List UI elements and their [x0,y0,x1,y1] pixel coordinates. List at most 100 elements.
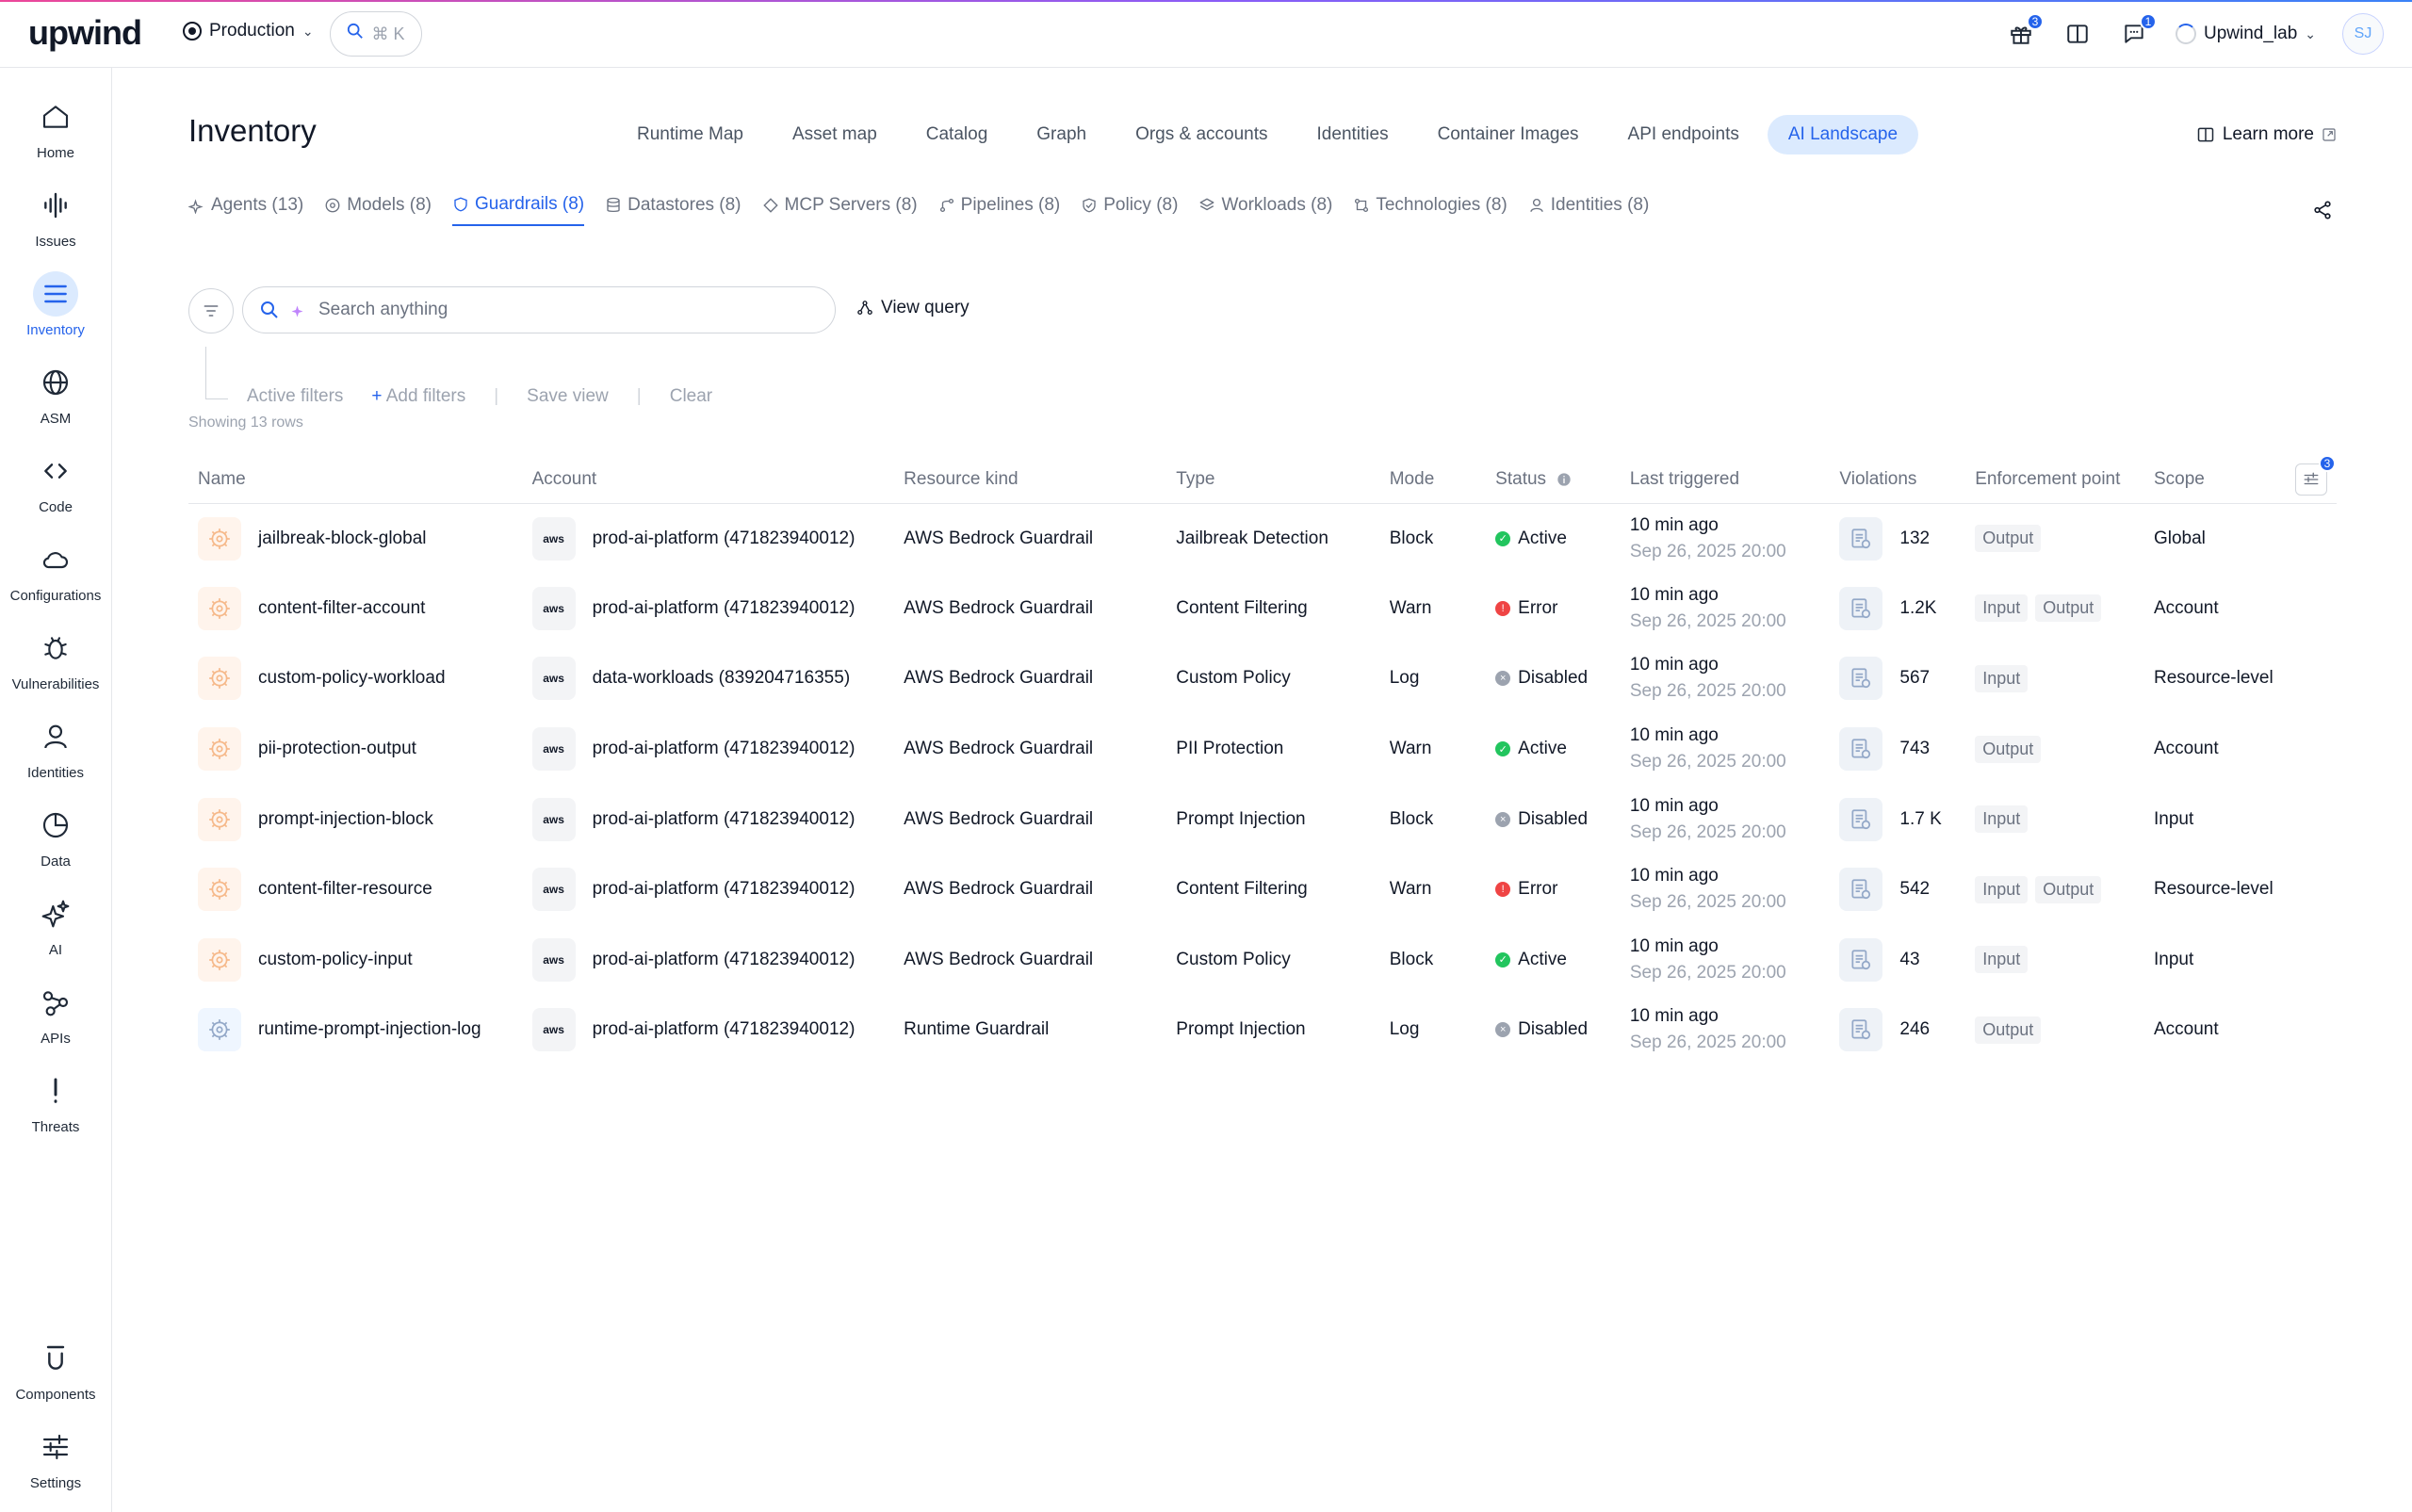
violations-report-icon[interactable] [1839,797,1883,841]
tab-orgs-accounts[interactable]: Orgs & accounts [1115,115,1288,154]
sidebar-item-issues[interactable]: Issues [0,183,111,266]
command-search-button[interactable]: ⌘ K [330,11,422,57]
sidebar-item-settings[interactable]: Settings [0,1424,111,1507]
column-header-last-triggered[interactable]: Last triggered [1620,456,1831,504]
share-button[interactable] [2312,200,2333,226]
row-count: Showing 13 rows [188,415,303,431]
row-actions-cell [2286,714,2337,785]
sidebar-item-vulnerabilities[interactable]: Vulnerabilities [0,626,111,708]
sidebar-item-data[interactable]: Data [0,803,111,886]
save-view-button[interactable]: Save view [527,386,609,407]
column-header-enforcement-point[interactable]: Enforcement point [1965,456,2144,504]
violations-report-icon[interactable] [1839,1008,1883,1052]
guardrail-name[interactable]: runtime-prompt-injection-log [258,1019,481,1040]
chat-button[interactable]: 1 [2119,13,2157,49]
account-name[interactable]: prod-ai-platform (471823940012) [593,1019,856,1040]
guardrail-name[interactable]: custom-policy-workload [258,668,446,689]
sidebar-item-ai[interactable]: AI [0,891,111,974]
subtab-mcp-servers[interactable]: MCP Servers (8) [762,194,918,226]
tab-asset-map[interactable]: Asset map [772,115,898,154]
pie-icon [33,803,78,848]
resource-kind: AWS Bedrock Guardrail [904,949,1094,969]
violations-report-icon[interactable] [1839,586,1883,630]
book-button[interactable] [2062,19,2093,49]
table-row[interactable]: custom-policy-input aws prod-ai-platform… [188,925,2337,996]
sidebar-item-asm[interactable]: ASM [0,360,111,443]
tab-runtime-map[interactable]: Runtime Map [616,115,764,154]
table-row[interactable]: pii-protection-output aws prod-ai-platfo… [188,714,2337,785]
subtab-datastores[interactable]: Datastores (8) [605,194,742,226]
subtab-agents[interactable]: Agents (13) [188,194,303,226]
sidebar-item-code[interactable]: Code [0,448,111,531]
sidebar-item-inventory[interactable]: Inventory [0,271,111,354]
sidebar-item-threats[interactable]: Threats [0,1068,111,1151]
clear-button[interactable]: Clear [670,386,712,407]
table-row[interactable]: content-filter-resource aws prod-ai-plat… [188,854,2337,925]
sidebar-item-identities[interactable]: Identities [0,714,111,797]
account-name[interactable]: prod-ai-platform (471823940012) [593,950,856,970]
column-header-name[interactable]: Name [188,456,523,504]
guardrail-name[interactable]: content-filter-account [258,598,425,619]
table-row[interactable]: prompt-injection-block aws prod-ai-platf… [188,784,2337,854]
user-avatar[interactable]: SJ [2342,13,2384,55]
filter-toggle-button[interactable] [188,288,234,333]
violations-report-icon[interactable] [1839,868,1883,912]
tab-container-images[interactable]: Container Images [1417,115,1600,154]
subtab-identities[interactable]: Identities (8) [1528,194,1649,226]
tab-identities[interactable]: Identities [1296,115,1410,154]
search-input[interactable] [318,300,771,320]
guardrail-name[interactable]: content-filter-resource [258,879,432,900]
subtab-workloads[interactable]: Workloads (8) [1198,194,1332,226]
tab-ai-landscape[interactable]: AI Landscape [1767,115,1919,154]
violations-report-icon[interactable] [1839,657,1883,701]
guardrail-name[interactable]: pii-protection-output [258,739,416,759]
column-header-account[interactable]: Account [522,456,895,504]
table-row[interactable]: jailbreak-block-global aws prod-ai-platf… [188,503,2337,574]
sidebar-item-home[interactable]: Home [0,94,111,177]
column-header-violations[interactable]: Violations [1830,456,1966,504]
column-settings-button[interactable]: 3 [2295,454,2336,496]
sidebar-item-configurations[interactable]: Configurations [0,537,111,620]
column-header-type[interactable]: Type [1166,456,1380,504]
column-header-resource-kind[interactable]: Resource kind [894,456,1167,504]
guardrail-name[interactable]: jailbreak-block-global [258,528,426,549]
violations-report-icon[interactable] [1839,516,1883,561]
tab-catalog[interactable]: Catalog [905,115,1009,154]
subtab-guardrails[interactable]: Guardrails (8) [451,194,585,226]
column-header-scope[interactable]: Scope [2143,456,2286,504]
violations-report-icon[interactable] [1839,937,1883,982]
account-name[interactable]: prod-ai-platform (471823940012) [593,598,856,619]
sidebar-item-components[interactable]: Components [0,1336,111,1419]
info-icon[interactable] [1556,472,1572,487]
tab-graph[interactable]: Graph [1016,115,1107,154]
subtab-pipelines[interactable]: Pipelines (8) [938,194,1060,226]
column-header-mode[interactable]: Mode [1379,456,1487,504]
environment-select[interactable]: Production ⌄ [183,21,314,41]
tab-api-endpoints[interactable]: API endpoints [1607,115,1760,154]
filter-row: Active filters + Add filters | Save view… [205,341,712,407]
add-filters-button[interactable]: + Add filters [371,386,465,407]
account-name[interactable]: prod-ai-platform (471823940012) [593,879,856,900]
learn-more-link[interactable]: Learn more [2196,124,2337,145]
upwind-logo[interactable]: upwind [28,13,142,53]
subtab-models[interactable]: Models (8) [324,194,432,226]
violations-report-icon[interactable] [1839,727,1883,772]
table-row[interactable]: runtime-prompt-injection-log aws prod-ai… [188,995,2337,1065]
guardrail-name[interactable]: custom-policy-input [258,950,413,970]
subtab-policy[interactable]: Policy (8) [1081,194,1178,226]
subtab-technologies[interactable]: Technologies (8) [1353,194,1508,226]
guardrail-name[interactable]: prompt-injection-block [258,809,433,830]
account-name[interactable]: prod-ai-platform (471823940012) [593,528,856,549]
account-name[interactable]: data-workloads (839204716355) [593,668,851,689]
account-switcher[interactable]: Upwind_lab ⌄ [2175,24,2316,44]
column-header-status[interactable]: Status [1486,456,1621,504]
table-row[interactable]: custom-policy-workload aws data-workload… [188,643,2337,714]
view-query-button[interactable]: View query [856,298,970,318]
account-name[interactable]: prod-ai-platform (471823940012) [593,809,856,830]
sidebar-item-apis[interactable]: APIs [0,980,111,1063]
guardrail-type: Custom Policy [1176,949,1291,969]
gift-button[interactable]: 3 [2006,13,2044,49]
policy-icon [1083,198,1096,213]
table-row[interactable]: content-filter-account aws prod-ai-platf… [188,574,2337,644]
account-name[interactable]: prod-ai-platform (471823940012) [593,739,856,759]
